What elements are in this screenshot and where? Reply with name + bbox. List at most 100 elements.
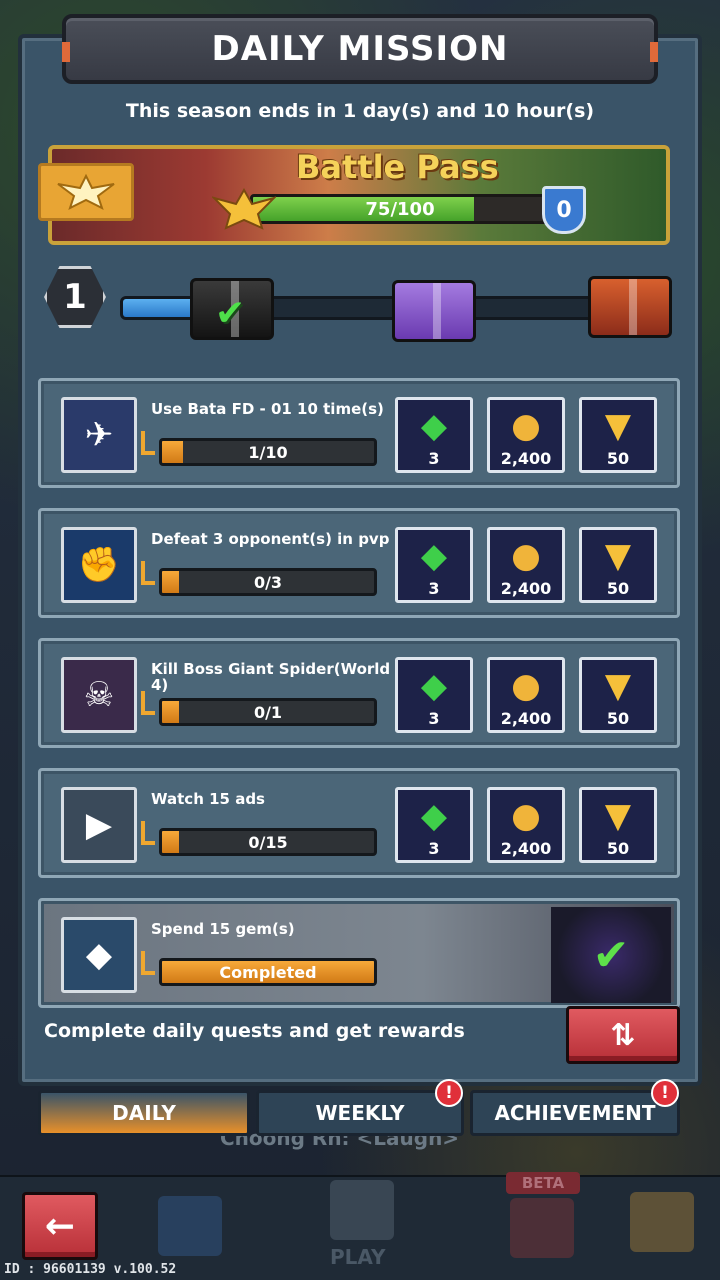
reward-amount: 50 bbox=[606, 579, 630, 598]
coin-reward[interactable]: ● 2,400 bbox=[487, 787, 565, 863]
reward-amount: 2,400 bbox=[500, 709, 552, 728]
nav-beta-badge: BETA bbox=[506, 1172, 580, 1194]
battle-pass-level-value: 0 bbox=[556, 197, 572, 223]
reward-amount: 3 bbox=[428, 839, 440, 858]
nav-play-label[interactable]: PLAY bbox=[330, 1245, 385, 1269]
quest-row[interactable]: ◆ Spend 15 gem(s) Completed ✔ bbox=[38, 898, 680, 1008]
gem-icon: ◆ bbox=[420, 666, 448, 706]
footer-hint: Complete daily quests and get rewards bbox=[44, 1020, 465, 1042]
title-plate: DAILY MISSION bbox=[62, 14, 658, 84]
chest-purple[interactable] bbox=[392, 280, 476, 342]
nav-ship-icon[interactable] bbox=[330, 1180, 394, 1240]
quest-title: Watch 15 ads bbox=[151, 790, 265, 808]
eagle-icon: ▼ bbox=[604, 536, 632, 576]
quest-progress-bar: 0/3 bbox=[159, 568, 377, 596]
refresh-button[interactable]: ⇅ bbox=[566, 1006, 680, 1064]
battle-pass-progress-text: 75/100 bbox=[365, 198, 435, 220]
alert-badge-icon: ! bbox=[435, 1079, 463, 1107]
reward-amount: 3 bbox=[428, 579, 440, 598]
reward-amount: 3 bbox=[428, 709, 440, 728]
nav-shield-icon[interactable] bbox=[510, 1198, 574, 1258]
eagle-reward[interactable]: ▼ 50 bbox=[579, 657, 657, 733]
chest-red[interactable] bbox=[588, 276, 672, 338]
quest-row[interactable]: ▶ Watch 15 ads 0/15 ◆ 3 ● 2,400 ▼ 50 bbox=[38, 768, 680, 878]
battle-pass-progress-bar: 75/100 bbox=[250, 194, 550, 224]
coin-icon: ● bbox=[511, 666, 541, 706]
battle-pass-ribbon-icon bbox=[38, 163, 134, 221]
quest-title: Spend 15 gem(s) bbox=[151, 920, 295, 938]
quest-progress-text: 0/1 bbox=[253, 702, 283, 722]
tab-achievement[interactable]: ACHIEVEMENT ! bbox=[470, 1079, 680, 1136]
quest-progress-bar: 0/15 bbox=[159, 828, 377, 856]
gem-icon: ◆ bbox=[420, 406, 448, 446]
tab-weekly[interactable]: WEEKLY ! bbox=[256, 1079, 464, 1136]
tab-achievement-label: ACHIEVEMENT bbox=[494, 1101, 656, 1125]
eagle-icon: ▼ bbox=[604, 406, 632, 446]
quest-progress-text: Completed bbox=[219, 962, 317, 982]
eagle-reward[interactable]: ▼ 50 bbox=[579, 787, 657, 863]
coin-reward[interactable]: ● 2,400 bbox=[487, 527, 565, 603]
chest-band bbox=[433, 283, 441, 339]
progress-hook bbox=[141, 431, 155, 455]
fist-icon: ✊ bbox=[61, 527, 137, 603]
quest-progress-bar: 1/10 bbox=[159, 438, 377, 466]
back-arrow-icon: ← bbox=[44, 1205, 76, 1247]
eagle-icon: ▼ bbox=[604, 666, 632, 706]
coin-reward[interactable]: ● 2,400 bbox=[487, 657, 565, 733]
battle-pass-title: Battle Pass bbox=[296, 148, 499, 186]
reward-amount: 50 bbox=[606, 449, 630, 468]
eagle-reward[interactable]: ▼ 50 bbox=[579, 397, 657, 473]
quest-row[interactable]: ✈ Use Bata FD - 01 10 time(s) 1/10 ◆ 3 ● 2,400… bbox=[38, 378, 680, 488]
quest-title: Defeat 3 opponent(s) in pvp bbox=[151, 530, 390, 548]
progress-hook bbox=[141, 691, 155, 715]
progress-hook bbox=[141, 561, 155, 585]
reward-track-fill bbox=[123, 299, 199, 317]
tab-daily[interactable]: DAILY bbox=[38, 1090, 250, 1136]
gem-icon: ◆ bbox=[420, 796, 448, 836]
reward-amount: 2,400 bbox=[500, 449, 552, 468]
eagle-reward[interactable]: ▼ 50 bbox=[579, 527, 657, 603]
page-title: DAILY MISSION bbox=[211, 29, 509, 69]
quest-title: Kill Boss Giant Spider(World 4) bbox=[151, 660, 391, 694]
gem-hand-icon: ◆ bbox=[61, 917, 137, 993]
gem-reward[interactable]: ◆ 3 bbox=[395, 657, 473, 733]
quest-progress-bar: Completed bbox=[159, 958, 377, 986]
progress-hook bbox=[141, 951, 155, 975]
chest-band bbox=[629, 279, 637, 335]
nav-shop-icon[interactable] bbox=[630, 1192, 694, 1252]
reward-amount: 2,400 bbox=[500, 579, 552, 598]
gem-reward[interactable]: ◆ 3 bbox=[395, 397, 473, 473]
quest-row[interactable]: ☠ Kill Boss Giant Spider(World 4) 0/1 ◆ 3 ● 2,… bbox=[38, 638, 680, 748]
quest-progress-text: 0/15 bbox=[248, 832, 288, 852]
alert-badge-icon: ! bbox=[651, 1079, 679, 1107]
coin-icon: ● bbox=[511, 406, 541, 446]
progress-hook bbox=[141, 821, 155, 845]
quest-title: Use Bata FD - 01 10 time(s) bbox=[151, 400, 384, 418]
gem-reward[interactable]: ◆ 3 bbox=[395, 527, 473, 603]
title-pin-right bbox=[650, 42, 658, 62]
reward-amount: 50 bbox=[606, 709, 630, 728]
coin-icon: ● bbox=[511, 796, 541, 836]
check-icon: ✔ bbox=[215, 293, 246, 334]
reward-amount: 50 bbox=[606, 839, 630, 858]
eagle-icon: ▼ bbox=[604, 796, 632, 836]
ship-icon: ✈ bbox=[61, 397, 137, 473]
coin-reward[interactable]: ● 2,400 bbox=[487, 397, 565, 473]
quest-progress-bar: 0/1 bbox=[159, 698, 377, 726]
title-pin-left bbox=[62, 42, 70, 62]
gem-icon: ◆ bbox=[420, 536, 448, 576]
quest-row[interactable]: ✊ Defeat 3 opponent(s) in pvp 0/3 ◆ 3 ● 2,400 ▼… bbox=[38, 508, 680, 618]
gem-reward[interactable]: ◆ 3 bbox=[395, 787, 473, 863]
season-countdown: This season ends in 1 day(s) and 10 hour… bbox=[125, 100, 595, 122]
nav-chest-icon[interactable] bbox=[158, 1196, 222, 1256]
reward-amount: 3 bbox=[428, 449, 440, 468]
quest-progress-text: 1/10 bbox=[248, 442, 288, 462]
tab-weekly-label: WEEKLY bbox=[315, 1101, 405, 1125]
completed-check-icon: ✔ bbox=[551, 907, 671, 1003]
back-button[interactable]: ← bbox=[22, 1192, 98, 1260]
version-label: ID : 96601139 v.100.52 bbox=[4, 1262, 177, 1277]
chest-black-claimed[interactable]: ✔ bbox=[190, 278, 274, 340]
refresh-icon: ⇅ bbox=[610, 1017, 636, 1053]
battle-pass-eagle-icon bbox=[212, 184, 276, 234]
tab-daily-label: DAILY bbox=[112, 1101, 176, 1125]
